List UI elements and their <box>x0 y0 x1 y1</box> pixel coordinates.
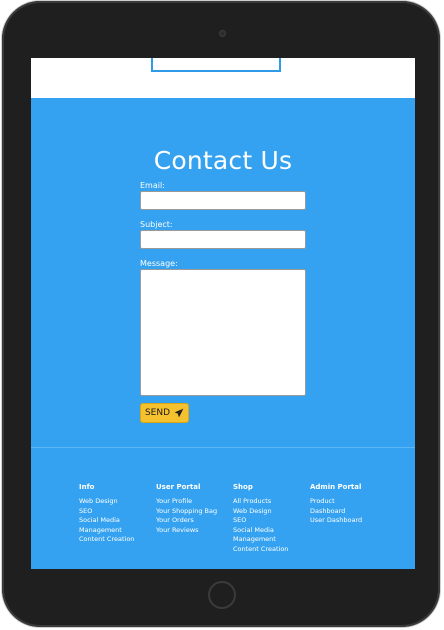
footer-link-seo[interactable]: SEO <box>233 516 313 526</box>
outlined-box <box>151 58 281 72</box>
footer-heading: Shop <box>233 483 253 491</box>
message-label: Message: <box>140 259 178 268</box>
footer-link-your-profile[interactable]: Your Profile <box>156 497 236 507</box>
footer-link-product[interactable]: Product <box>310 497 390 507</box>
footer-link-your-orders[interactable]: Your Orders <box>156 516 236 526</box>
tablet-frame: Contact Us Email: Subject: Message: SEND <box>2 1 440 627</box>
footer-link-all-products[interactable]: All Products <box>233 497 313 507</box>
footer-link-social-media[interactable]: Social Media Management <box>79 516 159 535</box>
footer-link-content-creation[interactable]: Content Creation <box>79 535 159 545</box>
footer-heading: Info <box>79 483 95 491</box>
subject-label: Subject: <box>140 220 173 229</box>
contact-title: Contact Us <box>153 146 293 175</box>
contact-section: Contact Us Email: Subject: Message: SEND <box>31 98 415 447</box>
footer-link-web-design[interactable]: Web Design <box>233 507 313 517</box>
footer-link-seo[interactable]: SEO <box>79 507 159 517</box>
footer-link-web-design[interactable]: Web Design <box>79 497 159 507</box>
footer-heading: User Portal <box>156 483 201 491</box>
subject-field[interactable] <box>140 230 306 249</box>
send-button[interactable]: SEND <box>140 403 189 423</box>
footer: Info Web Design SEO Social Media Managem… <box>31 448 415 569</box>
footer-col-info: Info Web Design SEO Social Media Managem… <box>79 483 159 545</box>
footer-col-shop: Shop All Products Web Design SEO Social … <box>233 483 313 555</box>
footer-link-user-dashboard[interactable]: User Dashboard <box>310 516 390 526</box>
camera-icon <box>219 30 226 37</box>
footer-col-admin-portal: Admin Portal Product Dashboard User Dash… <box>310 483 390 526</box>
email-label: Email: <box>140 181 165 190</box>
footer-link-social-media[interactable]: Social Media Management <box>233 526 313 545</box>
footer-link-your-reviews[interactable]: Your Reviews <box>156 526 236 536</box>
footer-link-content-creation[interactable]: Content Creation <box>233 545 313 555</box>
message-field[interactable] <box>140 269 306 396</box>
email-field[interactable] <box>140 191 306 210</box>
footer-link-shopping-bag[interactable]: Your Shopping Bag <box>156 507 236 517</box>
send-label: SEND <box>144 408 171 418</box>
footer-heading: Admin Portal <box>310 483 362 491</box>
home-button[interactable] <box>208 581 236 609</box>
footer-col-user-portal: User Portal Your Profile Your Shopping B… <box>156 483 236 535</box>
screen: Contact Us Email: Subject: Message: SEND <box>31 58 415 569</box>
paper-plane-icon <box>174 408 184 418</box>
footer-link-dashboard[interactable]: Dashboard <box>310 507 390 517</box>
previous-section <box>31 58 415 98</box>
